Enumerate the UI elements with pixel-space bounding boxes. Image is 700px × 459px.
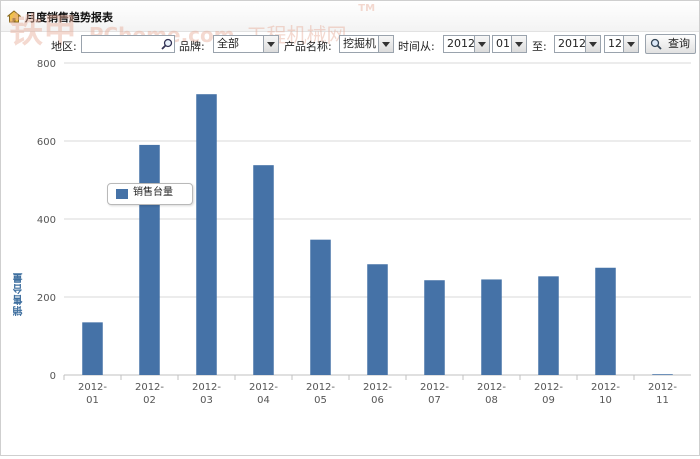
sales-chart: 0 200 400 600 800 2012- 01 2012- 02 2012- 03 2012- 0… [1, 57, 699, 455]
chevron-down-icon [585, 36, 600, 52]
home-icon [7, 10, 21, 23]
search-icon [650, 38, 662, 50]
y-tick-label: 200 [37, 293, 56, 304]
x-tick-label: 2012- [420, 382, 449, 393]
x-tick-label: 11 [656, 395, 669, 406]
to-month-value: 12 [608, 37, 622, 50]
search-button[interactable]: 查询 [645, 34, 696, 54]
x-tick-label: 03 [200, 395, 213, 406]
bar [538, 276, 559, 375]
product-select[interactable]: 挖掘机 [339, 35, 394, 53]
x-tick-label: 2012- [363, 382, 392, 393]
brand-label: 品牌: [179, 40, 205, 53]
legend-swatch [116, 189, 128, 199]
x-tick-label: 2012- [648, 382, 677, 393]
x-tick-label: 2012- [534, 382, 563, 393]
bar [82, 322, 103, 375]
brand-select-value: 全部 [217, 37, 239, 50]
bar [139, 144, 160, 375]
brand-select[interactable]: 全部 [213, 35, 279, 53]
chevron-down-icon [474, 36, 489, 52]
from-month-value: 01 [496, 37, 510, 50]
region-label: 地区: [51, 40, 77, 53]
chevron-down-icon [378, 36, 393, 52]
x-tick-label: 2012- [591, 382, 620, 393]
to-year-select[interactable]: 2012 [554, 35, 601, 53]
chart-canvas: 0 200 400 600 800 2012- 01 2012- 02 2012- 03 2012- 0… [37, 59, 691, 406]
y-tick-label: 800 [37, 59, 56, 70]
time-from-label: 时间从: [398, 40, 435, 53]
x-tick-label: 02 [143, 395, 156, 406]
bar [481, 279, 502, 375]
filter-bar: 地区: 品牌: 全部 产品名称: 挖掘机 时间从: 2012 01 至: 201… [1, 33, 699, 55]
bar [424, 280, 445, 375]
from-year-select[interactable]: 2012 [443, 35, 490, 53]
bar [310, 239, 331, 375]
chevron-down-icon [623, 36, 638, 52]
x-tick-label: 04 [257, 395, 270, 406]
to-year-value: 2012 [558, 37, 586, 50]
x-tick-label: 2012- [306, 382, 335, 393]
product-select-value: 挖掘机 [343, 37, 376, 50]
x-tick-label: 01 [86, 395, 99, 406]
chart-legend[interactable]: 销售台量 [107, 183, 193, 205]
bar [595, 267, 616, 375]
chevron-down-icon [263, 36, 278, 52]
y-tick-label: 0 [50, 371, 56, 382]
x-tick-label: 05 [314, 395, 327, 406]
magnifier-icon[interactable] [161, 38, 173, 50]
from-month-select[interactable]: 01 [492, 35, 527, 53]
x-tick-label: 2012- [135, 382, 164, 393]
from-year-value: 2012 [447, 37, 475, 50]
report-frame: 月度销售趋势报表 铁甲 PChome.com 工程机械网 TM 地区: 品牌: … [0, 0, 700, 456]
product-label: 产品名称: [284, 40, 332, 53]
chevron-down-icon [511, 36, 526, 52]
bar [652, 374, 673, 375]
search-button-label: 查询 [668, 37, 690, 50]
x-tick-label: 2012- [78, 382, 107, 393]
bar [253, 165, 274, 375]
x-tick-label: 06 [371, 395, 384, 406]
to-label: 至: [532, 40, 547, 53]
to-month-select[interactable]: 12 [604, 35, 639, 53]
x-tick-label: 09 [542, 395, 555, 406]
bar [196, 94, 217, 375]
x-tick-label: 07 [428, 395, 441, 406]
x-tick-label: 10 [599, 395, 612, 406]
legend-label: 销售台量 [133, 187, 173, 198]
y-axis-title: 销售台量 [14, 272, 25, 316]
x-tick-label: 2012- [249, 382, 278, 393]
page-title: 月度销售趋势报表 [25, 11, 113, 24]
x-tick-label: 2012- [192, 382, 221, 393]
x-tick-label: 2012- [477, 382, 506, 393]
bar [367, 264, 388, 375]
y-tick-label: 600 [37, 137, 56, 148]
title-bar: 月度销售趋势报表 [1, 1, 699, 32]
y-tick-label: 400 [37, 215, 56, 226]
x-tick-label: 08 [485, 395, 498, 406]
